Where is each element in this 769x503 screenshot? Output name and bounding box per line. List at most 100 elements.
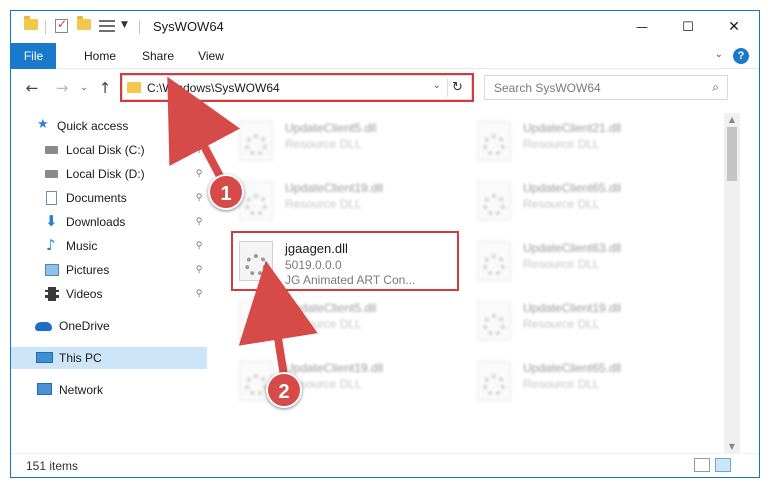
sidebar-item-label: Downloads — [66, 215, 126, 229]
file-version: 5019.0.0.0 — [285, 258, 342, 272]
pin-icon[interactable]: ⚲ — [192, 235, 206, 257]
pin-icon[interactable]: ⚲ — [192, 283, 206, 305]
pin-icon[interactable]: ⚲ — [192, 211, 206, 233]
sidebar-item-this-pc[interactable]: This PC — [11, 347, 207, 369]
search-icon[interactable]: ⌕ — [712, 80, 719, 95]
file-name: UpdateClient19.dll — [523, 301, 622, 315]
minimize-button[interactable]: — — [619, 11, 665, 43]
file-description: Resource DLL — [285, 197, 362, 211]
file-name: UpdateClient65.dll — [523, 361, 622, 375]
new-folder-icon[interactable] — [77, 16, 91, 30]
computer-icon — [36, 352, 53, 363]
file-item-jgaagen[interactable]: jgaagen.dll 5019.0.0.0 JG Animated ART C… — [229, 235, 459, 291]
pin-icon[interactable]: ⚲ — [192, 259, 206, 281]
explorer-window: ▼ SysWOW64 — ☐ ✕ File Home Share View ⌄ … — [10, 10, 760, 478]
pin-icon[interactable]: ⚲ — [192, 187, 206, 209]
download-icon: ⬇ — [45, 212, 58, 230]
address-bar[interactable]: C:\Windows\SysWOW64 ⌄ ↻ — [122, 75, 472, 100]
status-bar: 151 items — [11, 453, 759, 477]
file-item[interactable]: UpdateClient19.dll Resource DLL — [467, 295, 697, 351]
expand-ribbon-icon[interactable]: ⌄ — [715, 49, 723, 60]
dll-file-icon — [477, 361, 511, 401]
up-button[interactable]: ↑ — [95, 77, 115, 99]
file-item[interactable]: UpdateClient21.dll Resource DLL — [467, 115, 697, 171]
file-item[interactable]: UpdateClient19.dll Resource DLL — [229, 175, 459, 231]
tab-view[interactable]: View — [189, 43, 233, 69]
scroll-up-icon[interactable]: ▲ — [724, 115, 740, 124]
file-description: Resource DLL — [285, 137, 362, 151]
vertical-scrollbar[interactable]: ▲ ▼ — [724, 113, 740, 453]
music-icon: ♪ — [46, 236, 56, 254]
folder-icon — [127, 82, 141, 93]
file-item[interactable]: UpdateClient5.dll Resource DLL — [229, 295, 459, 351]
tab-home[interactable]: Home — [75, 43, 125, 69]
sidebar-item-documents[interactable]: Documents ⚲ — [43, 187, 206, 209]
divider — [139, 20, 140, 34]
sidebar-item-videos[interactable]: Videos ⚲ — [43, 283, 206, 305]
maximize-button[interactable]: ☐ — [665, 11, 711, 43]
file-item[interactable]: UpdateClient65.dll Resource DLL — [467, 355, 697, 411]
tab-share[interactable]: Share — [133, 43, 183, 69]
scrollbar-thumb[interactable] — [727, 127, 737, 181]
file-item[interactable]: UpdateClient63.dll Resource DLL — [467, 235, 697, 291]
back-button[interactable]: ← — [22, 77, 42, 99]
address-dropdown-icon[interactable]: ⌄ — [433, 80, 441, 91]
sidebar-item-label: Local Disk (C:) — [66, 143, 145, 157]
window-title: SysWOW64 — [153, 19, 224, 34]
file-item[interactable]: UpdateClient5.dll Resource DLL — [229, 115, 459, 171]
file-item[interactable]: UpdateClient19.dll Resource DLL — [229, 355, 459, 411]
file-name: UpdateClient65.dll — [523, 181, 622, 195]
item-count: 151 items — [26, 459, 79, 473]
properties-icon[interactable] — [99, 19, 115, 33]
sidebar-item-quick-access[interactable]: ★ Quick access — [31, 115, 201, 137]
file-item[interactable]: UpdateClient65.dll Resource DLL — [467, 175, 697, 231]
ribbon-tabs: File Home Share View ⌄ ? — [11, 43, 759, 69]
forward-button[interactable]: → — [52, 77, 72, 99]
sidebar-item-downloads[interactable]: ⬇ Downloads ⚲ — [43, 211, 206, 233]
sidebar-item-label: Documents — [66, 191, 127, 205]
network-icon — [37, 383, 52, 395]
details-view-icon[interactable] — [694, 458, 710, 472]
dll-file-icon — [477, 121, 511, 161]
quick-access-dropdown-icon[interactable]: ▼ — [121, 20, 128, 30]
navigation-pane: ★ Quick access Local Disk (C:) ⚲ Local D… — [11, 113, 211, 453]
sidebar-item-onedrive[interactable]: OneDrive — [31, 315, 201, 337]
file-description: Resource DLL — [523, 137, 600, 151]
sidebar-item-pictures[interactable]: Pictures ⚲ — [43, 259, 206, 281]
documents-icon — [46, 191, 57, 205]
dll-file-icon — [239, 301, 273, 341]
sidebar-item-music[interactable]: ♪ Music ⚲ — [43, 235, 206, 257]
dll-file-icon — [477, 241, 511, 281]
properties-check-icon[interactable] — [55, 17, 68, 33]
file-name: UpdateClient19.dll — [285, 181, 384, 195]
drive-icon — [45, 170, 58, 178]
sidebar-item-local-disk-d[interactable]: Local Disk (D:) ⚲ — [43, 163, 206, 185]
file-name: jgaagen.dll — [285, 241, 348, 256]
sidebar-item-label: Music — [66, 239, 98, 253]
sidebar-item-label: Network — [59, 383, 104, 397]
pin-icon[interactable]: ⚲ — [192, 139, 206, 161]
file-name: UpdateClient5.dll — [285, 121, 377, 135]
sidebar-item-label: This PC — [59, 351, 102, 365]
large-icons-view-icon[interactable] — [715, 458, 731, 472]
tab-file[interactable]: File — [11, 43, 56, 69]
search-placeholder: Search SysWOW64 — [494, 81, 601, 95]
title-bar: ▼ SysWOW64 — ☐ ✕ — [11, 11, 759, 43]
file-name: UpdateClient5.dll — [285, 301, 377, 315]
address-path[interactable]: C:\Windows\SysWOW64 — [147, 81, 280, 95]
help-icon[interactable]: ? — [733, 48, 749, 64]
file-description: Resource DLL — [523, 197, 600, 211]
dll-file-icon — [477, 301, 511, 341]
pin-icon[interactable]: ⚲ — [192, 163, 206, 185]
cloud-icon — [35, 322, 52, 331]
search-input[interactable]: Search SysWOW64 ⌕ — [484, 75, 728, 100]
dll-file-icon — [477, 181, 511, 221]
refresh-icon[interactable]: ↻ — [447, 78, 467, 97]
file-name: UpdateClient63.dll — [523, 241, 622, 255]
close-button[interactable]: ✕ — [711, 11, 757, 43]
scroll-down-icon[interactable]: ▼ — [724, 442, 740, 451]
sidebar-item-network[interactable]: Network — [31, 379, 201, 401]
recent-locations-icon[interactable]: ⌄ — [74, 77, 94, 99]
file-name: UpdateClient19.dll — [285, 361, 384, 375]
sidebar-item-local-disk-c[interactable]: Local Disk (C:) ⚲ — [43, 139, 206, 161]
